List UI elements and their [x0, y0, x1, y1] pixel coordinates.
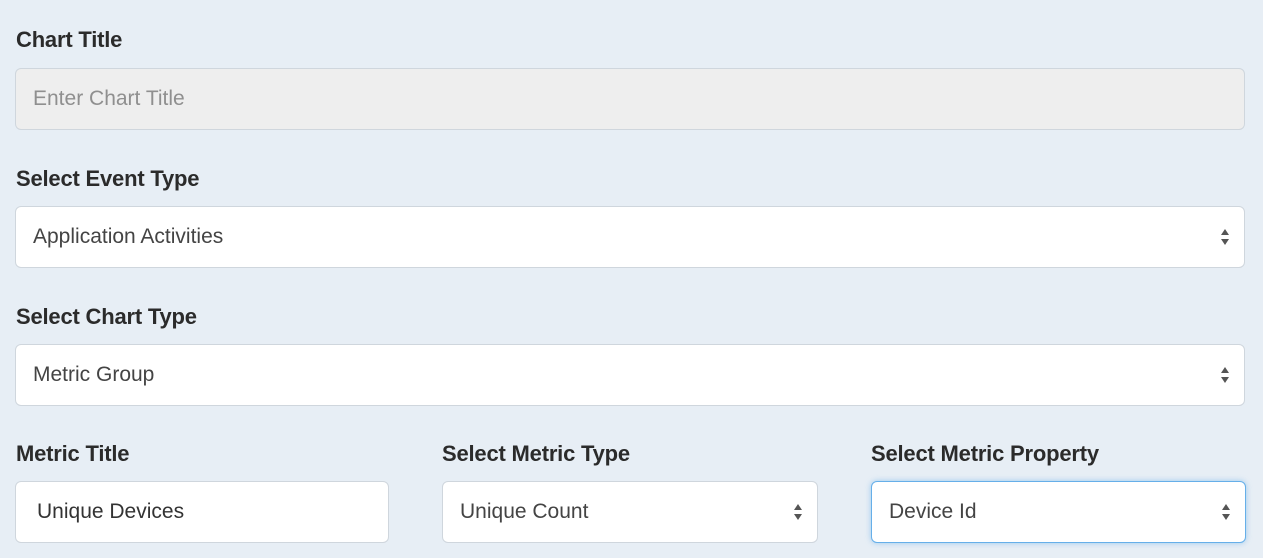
metric-type-label: Select Metric Type — [442, 441, 630, 466]
select-arrows-icon — [793, 503, 803, 521]
metric-title-label: Metric Title — [16, 441, 130, 466]
event-type-value: Application Activities — [33, 225, 224, 248]
select-arrows-icon — [1221, 503, 1231, 521]
metric-property-select[interactable]: Device Id — [871, 481, 1246, 543]
select-arrows-icon — [1220, 228, 1230, 246]
metric-title-value: Unique Devices — [37, 500, 185, 523]
metric-title-input[interactable]: Unique Devices — [15, 481, 389, 543]
metric-type-select[interactable]: Unique Count — [442, 481, 818, 543]
event-type-label: Select Event Type — [16, 166, 200, 191]
chart-type-label: Select Chart Type — [16, 304, 197, 329]
chart-type-value: Metric Group — [33, 363, 155, 386]
event-type-select[interactable]: Application Activities — [15, 206, 1245, 268]
select-arrows-icon — [1220, 366, 1230, 384]
chart-title-placeholder: Enter Chart Title — [33, 87, 185, 110]
metric-property-label: Select Metric Property — [871, 441, 1099, 466]
metric-type-value: Unique Count — [460, 500, 589, 523]
chart-title-label: Chart Title — [16, 27, 123, 52]
chart-type-select[interactable]: Metric Group — [15, 344, 1245, 406]
metric-property-value: Device Id — [889, 500, 977, 523]
chart-config-form: Chart Title Enter Chart Title Select Eve… — [0, 0, 1263, 558]
chart-title-input[interactable]: Enter Chart Title — [15, 68, 1245, 130]
